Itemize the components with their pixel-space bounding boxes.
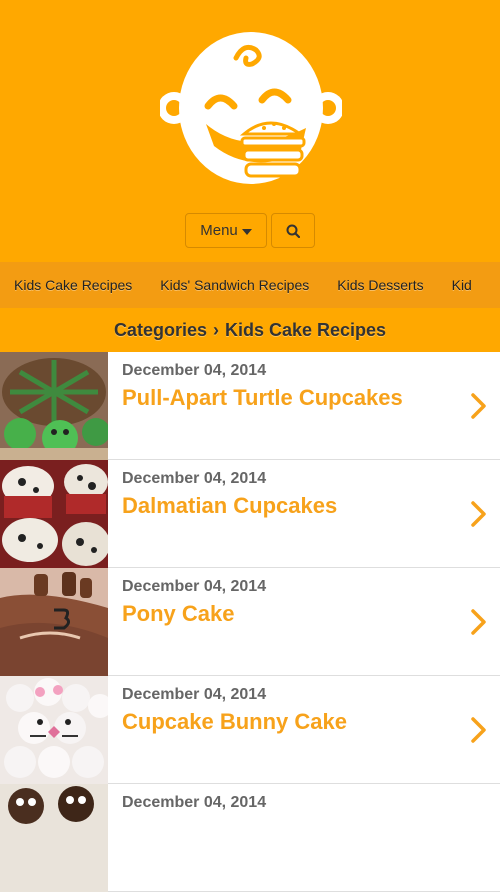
chevron-right-icon	[471, 717, 486, 743]
app-header: Menu	[0, 0, 500, 262]
breadcrumb-separator: ›	[212, 319, 219, 340]
recipe-date: December 04, 2014	[122, 578, 267, 595]
recipe-thumbnail	[0, 352, 108, 460]
recipe-list: December 04, 2014 Pull-Apart Turtle Cupc…	[0, 352, 500, 892]
recipe-date: December 04, 2014	[122, 794, 267, 811]
header-buttons: Menu	[0, 213, 500, 249]
baby-burger-logo-icon[interactable]	[160, 28, 342, 186]
recipe-thumbnail	[0, 784, 108, 892]
search-button[interactable]	[271, 213, 315, 248]
nav-item-kids-sandwich-recipes[interactable]: Kids' Sandwich Recipes	[146, 277, 323, 293]
recipe-title[interactable]: Pony Cake	[122, 601, 235, 627]
chevron-right-icon	[471, 501, 486, 527]
recipe-item[interactable]: December 04, 2014 Cupcake Bunny Cake	[0, 676, 500, 784]
recipe-title[interactable]: Pull-Apart Turtle Cupcakes	[122, 385, 403, 411]
recipe-thumbnail	[0, 460, 108, 568]
nav-item-kids-cake-recipes[interactable]: Kids Cake Recipes	[0, 277, 146, 293]
menu-label: Menu	[200, 222, 238, 239]
menu-button[interactable]: Menu	[185, 213, 267, 248]
recipe-date: December 04, 2014	[122, 686, 267, 703]
recipe-thumbnail	[0, 676, 108, 784]
nav-item-kid[interactable]: Kid	[438, 277, 486, 293]
caret-down-icon	[241, 228, 252, 235]
breadcrumb: Categories › Kids Cake Recipes	[0, 308, 500, 352]
recipe-date: December 04, 2014	[122, 470, 267, 487]
nav-item-kids-desserts[interactable]: Kids Desserts	[323, 277, 437, 293]
breadcrumb-root[interactable]: Categories	[114, 320, 207, 341]
recipe-title[interactable]: Cupcake Bunny Cake	[122, 709, 347, 735]
recipe-item[interactable]: December 04, 2014 Dalmatian Cupcakes	[0, 460, 500, 568]
recipe-thumbnail	[0, 568, 108, 676]
breadcrumb-current: Kids Cake Recipes	[224, 319, 387, 340]
recipe-item[interactable]: December 04, 2014 Pony Cake	[0, 568, 500, 676]
chevron-right-icon	[471, 393, 486, 419]
recipe-item[interactable]: December 04, 2014	[0, 784, 500, 892]
recipe-item[interactable]: December 04, 2014 Pull-Apart Turtle Cupc…	[0, 352, 500, 460]
chevron-right-icon	[471, 609, 486, 635]
recipe-date: December 04, 2014	[122, 362, 267, 379]
search-icon	[286, 224, 300, 238]
category-nav: Kids Cake Recipes Kids' Sandwich Recipes…	[0, 262, 500, 308]
recipe-title[interactable]: Dalmatian Cupcakes	[122, 493, 337, 519]
